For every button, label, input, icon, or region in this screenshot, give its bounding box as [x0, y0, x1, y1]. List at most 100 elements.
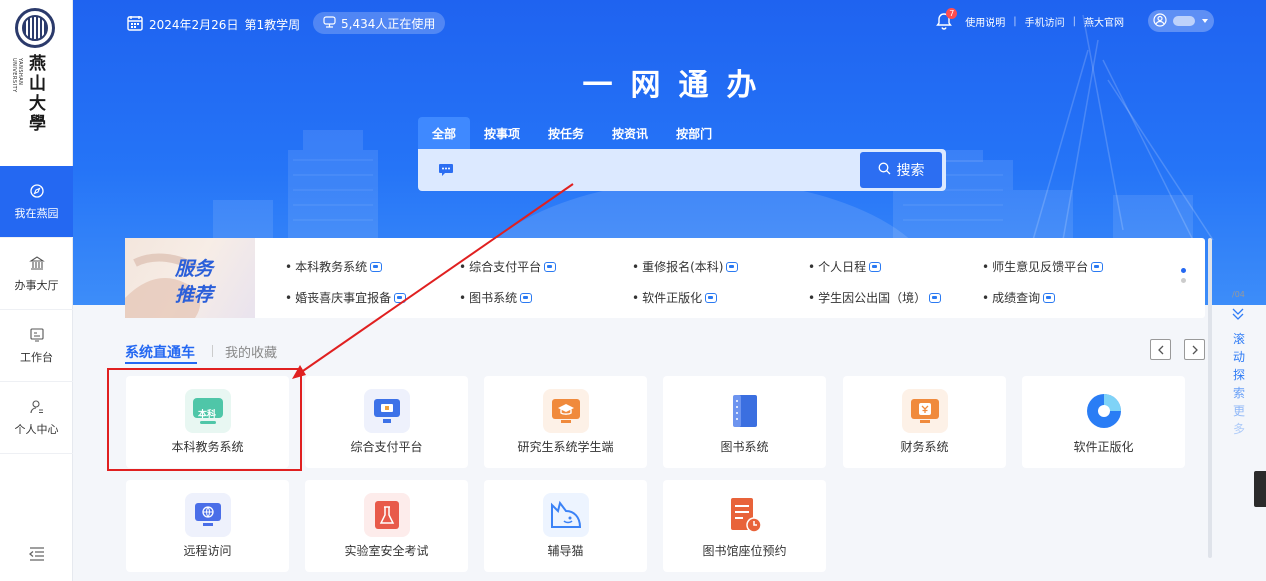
- card-lab-safety-exam[interactable]: 实验室安全考试: [305, 480, 468, 572]
- nav-label: 办事大厅: [14, 278, 59, 292]
- carousel-dots[interactable]: [1181, 268, 1187, 288]
- banner-text-recommend: 推荐: [175, 284, 214, 306]
- username-redacted: [1173, 16, 1195, 26]
- calendar-icon: [127, 15, 143, 34]
- page-title: 一网通办: [582, 68, 775, 103]
- card-software-licensing[interactable]: 软件正版化: [1022, 376, 1185, 468]
- link-official-site[interactable]: 燕大官网: [1084, 14, 1124, 29]
- svc-link-abroad[interactable]: • 学生因公出国（境）: [808, 289, 942, 306]
- card-library-seat-booking[interactable]: 图书馆座位预约: [663, 480, 826, 572]
- service-banner: 服务 推荐: [125, 238, 255, 318]
- external-link-icon: [370, 261, 383, 272]
- svc-link-events-report[interactable]: • 婚丧喜庆事宜报备: [285, 289, 407, 306]
- user-menu[interactable]: [1148, 10, 1214, 32]
- tab-by-news[interactable]: 按资讯: [598, 117, 662, 149]
- chevron-down-icon: [1201, 16, 1209, 27]
- current-date: 2024年2月26日: [149, 18, 239, 32]
- workbench-icon: [29, 327, 45, 343]
- card-label: 研究生系统学生端: [517, 440, 614, 454]
- page-indicator: /04: [1232, 290, 1245, 299]
- svc-link-undergrad-academic[interactable]: • 本科教务系统: [285, 258, 383, 275]
- external-link-icon: [520, 292, 533, 303]
- tab-my-favorites[interactable]: 我的收藏: [225, 342, 277, 361]
- card-finance-system[interactable]: 财务系统: [843, 376, 1006, 468]
- university-logo[interactable]: 燕山大學 YANSHAN UNIVERSITY: [11, 8, 57, 134]
- search-icon: [878, 162, 891, 179]
- search-button[interactable]: 搜索: [860, 152, 942, 188]
- svc-link-retake[interactable]: • 重修报名(本科): [632, 258, 739, 275]
- card-label: 辅导猫: [547, 544, 584, 558]
- online-users-badge: 5,434人正在使用: [313, 12, 446, 34]
- card-library-system[interactable]: 图书系统: [663, 376, 826, 468]
- external-link-icon: [394, 292, 407, 303]
- card-payment-platform[interactable]: 综合支付平台: [305, 376, 468, 468]
- svc-link-software[interactable]: • 软件正版化: [632, 289, 718, 306]
- active-tab-underline: [125, 362, 197, 364]
- nav-item-service-hall[interactable]: 办事大厅: [0, 238, 73, 310]
- nav-item-workbench[interactable]: 工作台: [0, 310, 73, 382]
- external-link-icon: [544, 261, 557, 272]
- search-tabs: 全部 按事项 按任务 按资讯 按部门: [418, 117, 726, 149]
- svc-link-library[interactable]: • 图书系统: [459, 289, 533, 306]
- graduate-system-icon: [543, 389, 589, 433]
- tutor-cat-icon: [543, 493, 589, 537]
- remote-access-icon: [185, 493, 231, 537]
- nav-label: 个人中心: [14, 422, 59, 436]
- card-label: 实验室安全考试: [344, 544, 429, 558]
- nav-label: 工作台: [20, 350, 53, 364]
- scroll-explore-hint[interactable]: /04 滚 动 探 索 更 多: [1222, 286, 1262, 446]
- library-seat-icon: [722, 493, 768, 537]
- svc-link-payment[interactable]: • 综合支付平台: [459, 258, 557, 275]
- logo-text: 燕山大學: [29, 54, 46, 134]
- svc-link-grades[interactable]: • 成绩查询: [982, 289, 1056, 306]
- users-icon: [323, 15, 336, 31]
- nav-item-personal-center[interactable]: 个人中心: [0, 382, 73, 454]
- svc-link-feedback[interactable]: • 师生意见反馈平台: [982, 258, 1104, 275]
- collapse-menu-icon[interactable]: [28, 546, 46, 562]
- card-label: 财务系统: [900, 440, 949, 454]
- chevron-right-icon: [1192, 345, 1198, 354]
- banner-text-service: 服务: [175, 258, 214, 280]
- external-link-icon: [705, 292, 718, 303]
- next-page-button[interactable]: [1184, 339, 1205, 360]
- tab-by-matter[interactable]: 按事项: [470, 117, 534, 149]
- service-recommendation: 服务 推荐 • 本科教务系统 • 综合支付平台 • 重修报名(本科) • 个人日…: [125, 238, 1205, 318]
- chevron-left-icon: [1157, 345, 1163, 354]
- tab-all[interactable]: 全部: [418, 117, 471, 149]
- hall-icon: [28, 255, 45, 271]
- search-button-label: 搜索: [896, 163, 925, 179]
- side-drawer-tab[interactable]: [1254, 471, 1266, 507]
- nav-label: 我在燕园: [14, 206, 59, 220]
- card-tutor-cat[interactable]: 辅导猫: [484, 480, 647, 572]
- person-icon: [29, 399, 45, 415]
- tab-system-express[interactable]: 系统直通车: [125, 342, 195, 362]
- nav-item-my-campus[interactable]: 我在燕园: [0, 166, 73, 238]
- card-label: 综合支付平台: [350, 440, 423, 454]
- tab-by-department[interactable]: 按部门: [662, 117, 726, 149]
- scrollbar[interactable]: [1208, 238, 1212, 558]
- finance-icon: [902, 389, 948, 433]
- sidebar: 燕山大學 YANSHAN UNIVERSITY 我在燕园 办事大厅 工作台 个人…: [0, 0, 73, 581]
- card-graduate-system[interactable]: 研究生系统学生端: [484, 376, 647, 468]
- annotation-highlight-box: [107, 368, 302, 471]
- double-chevron-down-icon: [1231, 306, 1245, 325]
- link-mobile-access[interactable]: 手机访问: [1025, 14, 1065, 29]
- date-display: 2024年2月26日 第1教学周: [127, 15, 300, 34]
- chat-bubble-icon: [438, 162, 454, 181]
- library-book-icon: [722, 389, 768, 433]
- prev-page-button[interactable]: [1150, 339, 1171, 360]
- university-seal-icon: [15, 8, 55, 48]
- svc-link-schedule[interactable]: • 个人日程: [808, 258, 882, 275]
- card-label: 图书馆座位预约: [702, 544, 787, 558]
- link-user-guide[interactable]: 使用说明: [965, 14, 1005, 29]
- tab-by-task[interactable]: 按任务: [534, 117, 598, 149]
- card-remote-access[interactable]: 远程访问: [126, 480, 289, 572]
- card-label: 软件正版化: [1073, 440, 1134, 454]
- search-input[interactable]: [464, 155, 824, 185]
- notification-bell-icon[interactable]: 7: [935, 8, 958, 30]
- search-bar: 搜索: [418, 149, 946, 191]
- notification-count-badge: 7: [946, 8, 958, 19]
- logo-subtext: YANSHAN UNIVERSITY: [11, 58, 23, 93]
- online-count: 5,434人正在使用: [341, 16, 436, 31]
- external-link-icon: [726, 261, 739, 272]
